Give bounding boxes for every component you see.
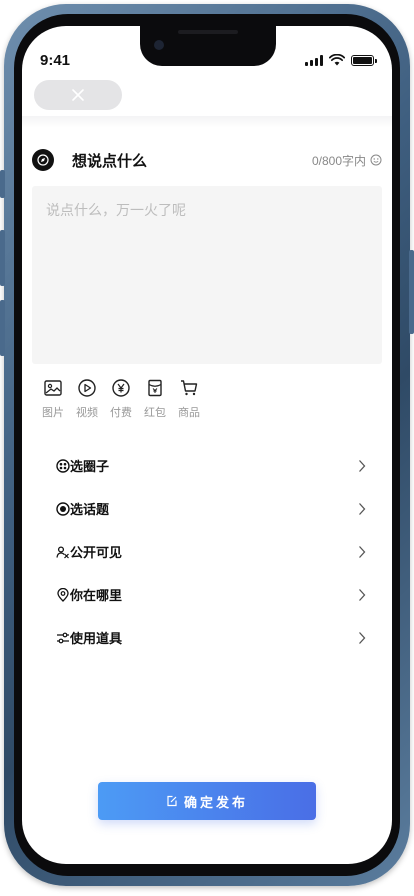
header-divider	[22, 116, 392, 128]
char-count: 0/800字内	[312, 152, 382, 169]
cart-icon	[181, 380, 198, 396]
image-icon	[44, 380, 62, 396]
media-video-label: 视频	[76, 406, 98, 419]
media-image-button[interactable]: 图片	[36, 378, 70, 420]
media-toolbar: 图片 视频 付费 红包 商品	[36, 378, 206, 420]
option-location[interactable]: 你在哪里	[56, 573, 366, 616]
media-redpacket-label: 红包	[144, 406, 166, 419]
battery-icon	[351, 54, 377, 66]
circle-group-icon	[56, 458, 70, 473]
front-camera	[154, 40, 164, 50]
media-video-button[interactable]: 视频	[70, 378, 104, 420]
edit-icon	[167, 795, 177, 807]
option-tools[interactable]: 使用道具	[56, 616, 366, 659]
avatar[interactable]	[32, 149, 54, 171]
close-button[interactable]	[34, 80, 122, 110]
option-tools-label: 使用道具	[70, 632, 123, 647]
status-time: 9:41	[40, 52, 71, 69]
location-icon	[57, 587, 69, 602]
media-goods-button[interactable]: 商品	[172, 378, 206, 420]
media-redpacket-button[interactable]: 红包	[138, 378, 172, 420]
chevron-right-icon	[359, 631, 366, 644]
publish-label: 确定发布	[183, 794, 248, 810]
notch	[140, 26, 276, 66]
char-count-text: 0/800字内	[311, 153, 366, 168]
option-visibility-label: 公开可见	[70, 546, 123, 561]
options-list: 选圈子 选话题 公开可见 你在哪里 使用道具	[56, 444, 366, 659]
red-envelope-icon	[148, 379, 162, 397]
yen-icon	[112, 379, 130, 397]
media-paid-label: 付费	[110, 406, 132, 419]
compose-title: 想说点什么	[72, 151, 148, 170]
option-circle-label: 选圈子	[70, 460, 110, 475]
option-location-label: 你在哪里	[70, 589, 123, 604]
option-topic-label: 选话题	[70, 503, 110, 518]
media-image-label: 图片	[42, 406, 64, 419]
chevron-right-icon	[359, 502, 366, 515]
emoji-icon[interactable]	[370, 154, 382, 166]
option-topic[interactable]: 选话题	[56, 487, 366, 530]
screen: 9:41 想说点什么 0/800字内 说点什么，万一火了呢 图片 视频 付费 红…	[22, 26, 392, 864]
close-x-icon	[72, 89, 84, 101]
media-paid-button[interactable]: 付费	[104, 378, 138, 420]
status-icons	[305, 54, 377, 66]
chevron-right-icon	[359, 545, 366, 558]
play-icon	[78, 379, 96, 397]
chevron-right-icon	[359, 588, 366, 601]
post-content-input[interactable]	[32, 186, 382, 364]
topic-icon	[56, 501, 70, 516]
publish-button[interactable]: 确定发布	[98, 782, 316, 820]
compose-header: 想说点什么 0/800字内	[32, 148, 382, 172]
media-goods-label: 商品	[178, 406, 200, 419]
option-circle[interactable]: 选圈子	[56, 444, 366, 487]
option-visibility[interactable]: 公开可见	[56, 530, 366, 573]
wifi-icon	[329, 54, 345, 66]
signal-icon	[305, 54, 323, 66]
compass-icon	[37, 154, 49, 166]
people-icon	[56, 545, 69, 558]
chevron-right-icon	[359, 459, 366, 472]
tools-icon	[57, 632, 69, 643]
